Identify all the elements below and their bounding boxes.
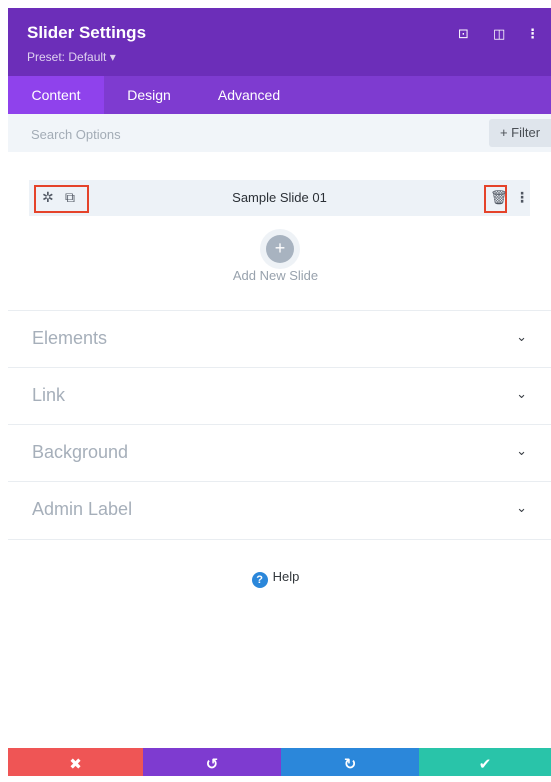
divider (8, 539, 551, 540)
add-slide-label[interactable]: Add New Slide (0, 268, 551, 283)
duplicate-icon[interactable]: ⧉ (65, 189, 75, 206)
search-bar: + Filter (8, 114, 551, 154)
tab-content[interactable]: Content (8, 76, 104, 114)
section-title: Link (32, 385, 66, 405)
add-slide-button[interactable]: + (266, 235, 294, 263)
redo-button[interactable]: ↻ (281, 748, 419, 776)
help-link[interactable]: ? Help (0, 569, 551, 588)
split-view-icon[interactable]: ◫ (493, 26, 505, 42)
chevron-down-icon: ⌄ (516, 500, 527, 515)
panel-header: Slider Settings Preset: Default ▾ ⊡ ◫ ⋮ (8, 8, 551, 76)
panel-title: Slider Settings (27, 23, 147, 42)
check-icon: ✔ (478, 756, 492, 773)
action-footer: ✖ ↺ ↻ ✔ (8, 748, 551, 776)
tab-advanced[interactable]: Advanced (204, 76, 294, 114)
section-background[interactable]: Background ⌄ (8, 424, 551, 482)
tab-bar: Content Design Advanced (8, 76, 551, 114)
section-title: Elements (32, 328, 108, 348)
save-button[interactable]: ✔ (419, 748, 551, 776)
slide-more-icon[interactable]: ⋮ (515, 189, 529, 206)
filter-button[interactable]: + Filter (489, 119, 551, 147)
help-label: Help (272, 569, 300, 584)
chevron-down-icon: ⌄ (516, 443, 527, 458)
discard-button[interactable]: ✖ (8, 748, 143, 776)
tab-design[interactable]: Design (109, 76, 189, 114)
trash-icon[interactable]: 🗑 (490, 189, 508, 206)
slide-title: Sample Slide 01 (232, 190, 327, 205)
slide-item[interactable]: Sample Slide 01 ✲ ⧉ 🗑 ⋮ (29, 180, 530, 216)
chevron-down-icon: ⌄ (516, 386, 527, 401)
preset-selector[interactable]: Preset: Default ▾ (27, 50, 116, 64)
more-options-icon[interactable]: ⋮ (526, 26, 539, 42)
redo-icon: ↻ (343, 756, 357, 773)
close-icon: ✖ (69, 756, 82, 773)
section-admin-label[interactable]: Admin Label ⌄ (8, 481, 551, 539)
section-title: Admin Label (32, 499, 133, 519)
section-elements[interactable]: Elements ⌄ (8, 310, 551, 368)
section-title: Background (32, 442, 129, 462)
gear-icon[interactable]: ✲ (42, 189, 54, 206)
search-input[interactable] (8, 114, 503, 154)
chevron-down-icon: ⌄ (516, 329, 527, 344)
undo-button[interactable]: ↺ (143, 748, 281, 776)
focus-icon[interactable]: ⊡ (458, 26, 469, 42)
section-link[interactable]: Link ⌄ (8, 367, 551, 425)
undo-icon: ↺ (205, 756, 219, 773)
help-icon: ? (251, 572, 268, 588)
